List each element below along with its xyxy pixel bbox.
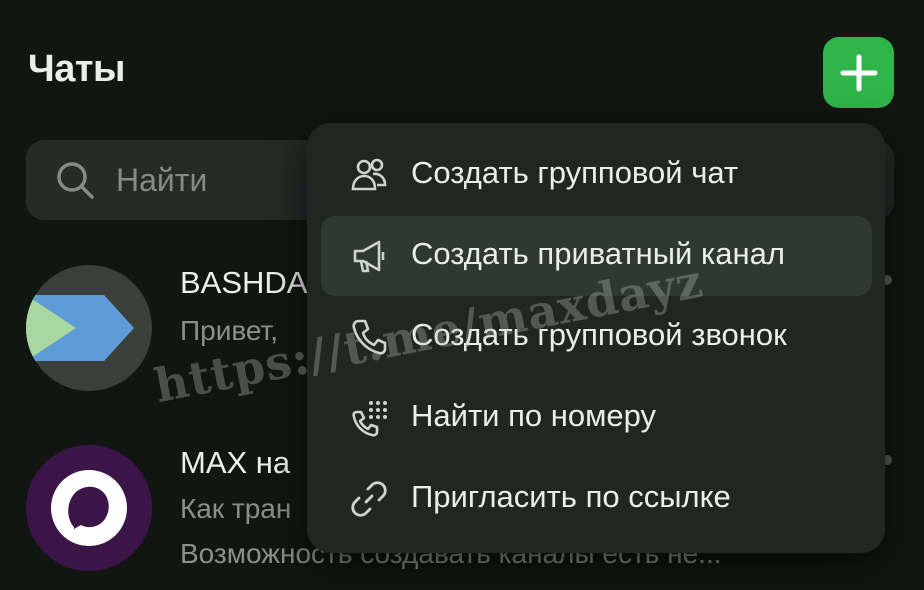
avatar <box>26 265 152 391</box>
plus-icon <box>840 54 877 91</box>
add-button[interactable] <box>823 37 894 108</box>
max-logo-icon <box>26 445 152 571</box>
menu-item-label: Создать групповой звонок <box>411 317 787 352</box>
menu-item-create-group-chat[interactable]: Создать групповой чат <box>321 135 872 215</box>
dialpad-phone-icon <box>352 401 387 437</box>
link-icon <box>351 481 387 517</box>
menu-item-find-by-number[interactable]: Найти по номеру <box>321 378 872 458</box>
megaphone-icon <box>353 240 385 273</box>
phone-icon <box>352 319 387 355</box>
create-menu: Создать групповой чат Создать приватный … <box>307 123 885 553</box>
search-placeholder: Найти <box>116 162 208 198</box>
chat-title: BASHDA <box>180 265 308 300</box>
group-icon <box>351 158 387 191</box>
search-icon <box>57 162 94 199</box>
menu-item-create-private-channel[interactable]: Создать приватный канал <box>321 216 872 296</box>
menu-item-label: Создать групповой чат <box>411 155 739 190</box>
menu-item-label: Создать приватный канал <box>411 236 785 271</box>
page-title: Чаты <box>28 48 125 90</box>
bashda-logo-icon <box>26 295 134 361</box>
chat-title: MAX на <box>180 445 291 480</box>
menu-item-label: Пригласить по ссылке <box>411 479 731 514</box>
avatar <box>26 445 152 571</box>
menu-item-create-group-call[interactable]: Создать групповой звонок <box>321 297 872 377</box>
chat-preview: Как тран <box>180 493 292 524</box>
menu-item-invite-by-link[interactable]: Пригласить по ссылке <box>321 459 872 539</box>
chat-preview: Привет, <box>180 315 279 346</box>
menu-item-label: Найти по номеру <box>411 398 657 433</box>
